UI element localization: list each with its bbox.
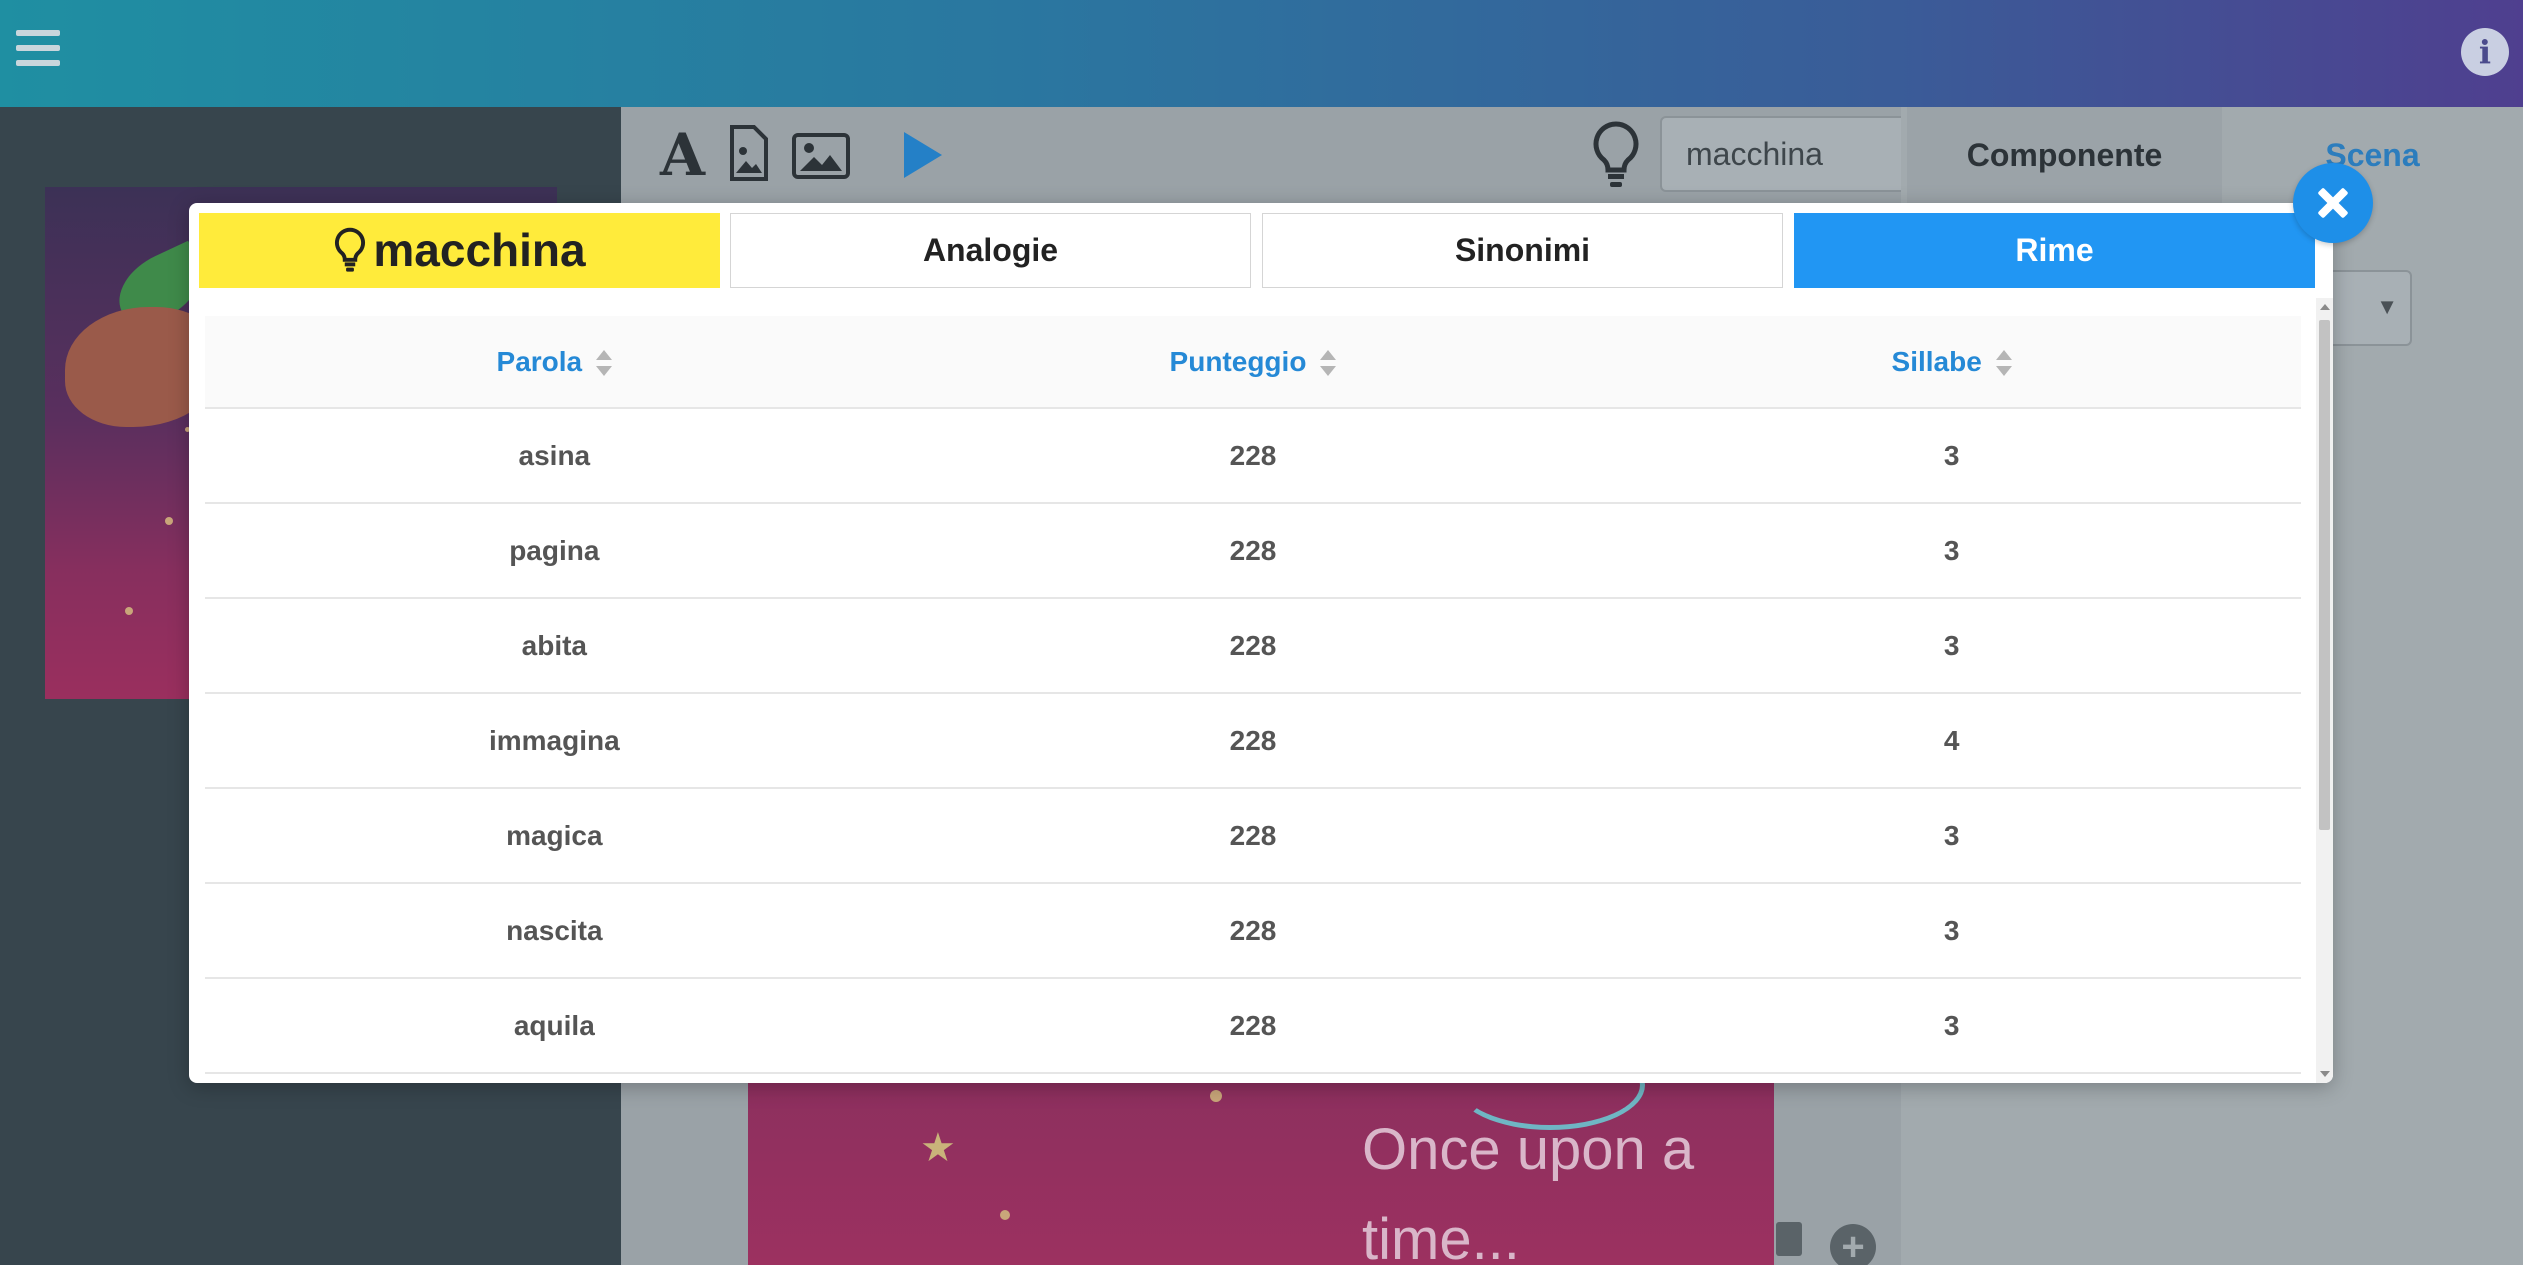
rhymes-table: Parola Punteggio Sillabe asina 228 3 pagin… <box>205 316 2301 1074</box>
scroll-down-arrow[interactable] <box>2320 1071 2330 1077</box>
app-header: i <box>0 0 2523 107</box>
scene-story-text[interactable]: Once upon a time... <box>1362 1105 1742 1265</box>
hamburger-icon[interactable] <box>16 30 60 74</box>
cell-punteggio: 228 <box>903 693 1603 789</box>
cell-sillabe: 3 <box>1602 598 2301 694</box>
tab-sinonimi[interactable]: Sinonimi <box>1262 213 1783 288</box>
sort-icon <box>596 350 613 377</box>
star-dot <box>125 607 133 615</box>
rhymes-table-container: Parola Punteggio Sillabe asina 228 3 pagin… <box>205 316 2301 1083</box>
tab-keyword[interactable]: macchina <box>199 213 720 288</box>
scroll-up-arrow[interactable] <box>2320 304 2330 310</box>
tab-rime[interactable]: Rime <box>1794 213 2315 288</box>
scrollbar-thumb[interactable] <box>2319 320 2330 830</box>
add-icon[interactable]: + <box>1830 1224 1876 1265</box>
word-search-input[interactable] <box>1660 116 1907 192</box>
cell-parola: nascita <box>205 883 904 979</box>
play-icon[interactable] <box>900 125 950 185</box>
cell-parola: magica <box>205 788 904 884</box>
star-dot <box>1210 1090 1222 1102</box>
table-row[interactable]: magica 228 3 <box>205 788 2301 884</box>
cell-sillabe: 3 <box>1602 788 2301 884</box>
chevron-down-icon: ▼ <box>2376 294 2398 319</box>
cell-punteggio: 228 <box>903 978 1603 1074</box>
cell-parola: pagina <box>205 503 904 599</box>
star-dot <box>165 517 173 525</box>
sort-icon <box>1995 350 2012 377</box>
cell-sillabe: 3 <box>1602 503 2301 599</box>
cell-punteggio: 228 <box>903 788 1603 884</box>
column-header-parola[interactable]: Parola <box>205 316 904 409</box>
tab-componente[interactable]: Componente <box>1907 107 2222 203</box>
star-dot <box>1000 1210 1010 1220</box>
cell-sillabe: 3 <box>1602 408 2301 504</box>
info-icon[interactable]: i <box>2461 28 2509 76</box>
word-suggestions-modal: macchina Analogie Sinonimi Rime Parola P… <box>189 203 2333 1083</box>
close-modal-button[interactable] <box>2293 163 2373 243</box>
cell-sillabe: 3 <box>1602 883 2301 979</box>
table-row[interactable]: pagina 228 3 <box>205 503 2301 599</box>
table-row[interactable]: aquila 228 3 <box>205 978 2301 1074</box>
lightbulb-icon <box>335 227 366 272</box>
tab-scena[interactable]: Scena <box>2222 107 2523 203</box>
cell-parola: immagina <box>205 693 904 789</box>
table-header-row: Parola Punteggio Sillabe <box>205 316 2301 409</box>
star-icon: ★ <box>920 1126 956 1170</box>
lightbulb-icon[interactable] <box>1590 120 1642 190</box>
column-header-punteggio[interactable]: Punteggio <box>903 316 1603 409</box>
cell-parola: abita <box>205 598 904 694</box>
keyword-label: macchina <box>373 224 586 276</box>
cell-sillabe: 3 <box>1602 978 2301 1074</box>
table-scrollbar[interactable] <box>2316 298 2333 1083</box>
table-row[interactable]: immagina 228 4 <box>205 693 2301 789</box>
tab-analogie[interactable]: Analogie <box>730 213 1251 288</box>
cell-punteggio: 228 <box>903 883 1603 979</box>
cell-punteggio: 228 <box>903 598 1603 694</box>
table-row[interactable]: asina 228 3 <box>205 408 2301 504</box>
cell-parola: aquila <box>205 978 904 1074</box>
cell-sillabe: 4 <box>1602 693 2301 789</box>
copy-page-icon[interactable] <box>1776 1222 1802 1256</box>
document-image-icon[interactable] <box>728 125 768 185</box>
column-header-sillabe[interactable]: Sillabe <box>1602 316 2301 409</box>
image-icon[interactable] <box>792 125 850 185</box>
table-row[interactable]: abita 228 3 <box>205 598 2301 694</box>
table-row[interactable]: nascita 228 3 <box>205 883 2301 979</box>
sort-icon <box>1320 350 1337 377</box>
text-tool-icon[interactable]: A <box>660 125 705 185</box>
cell-punteggio: 228 <box>903 503 1603 599</box>
cell-parola: asina <box>205 408 904 504</box>
cell-punteggio: 228 <box>903 408 1603 504</box>
